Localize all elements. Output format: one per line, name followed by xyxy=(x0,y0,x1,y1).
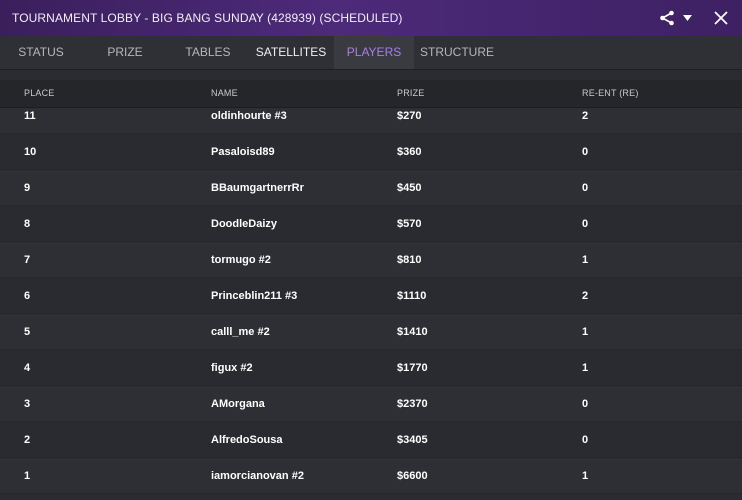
cell-place: 7 xyxy=(24,254,31,266)
cell-place: 3 xyxy=(24,398,31,410)
cell-name: figux #2 xyxy=(211,362,253,374)
table-row[interactable]: 8 DoodleDaizy $570 0 xyxy=(0,206,742,242)
cell-place: 10 xyxy=(24,146,37,158)
cell-name: AlfredoSousa xyxy=(211,434,283,446)
cell-prize: $270 xyxy=(397,110,422,122)
cell-reentries: 1 xyxy=(582,254,589,266)
table-header: PLACE NAME PRIZE RE-ENT (RE) xyxy=(0,80,742,108)
cell-place: 8 xyxy=(24,218,31,230)
cell-reentries: 0 xyxy=(582,398,589,410)
cell-prize: $3405 xyxy=(397,434,428,446)
cell-place: 6 xyxy=(24,290,31,302)
cell-reentries: 0 xyxy=(582,218,589,230)
cell-prize: $360 xyxy=(397,146,422,158)
header-prize[interactable]: PRIZE xyxy=(397,88,425,98)
table-row[interactable]: 10 Pasaloisd89 $360 0 xyxy=(0,134,742,170)
cell-name: DoodleDaizy xyxy=(211,218,278,230)
cell-place: 5 xyxy=(24,326,31,338)
tab-status[interactable]: STATUS xyxy=(0,36,82,69)
header-name[interactable]: NAME xyxy=(211,88,238,98)
table-row[interactable]: 1 iamorcianovan #2 $6600 1 xyxy=(0,458,742,494)
cell-place: 11 xyxy=(24,110,36,122)
cell-name: tormugo #2 xyxy=(211,254,271,266)
cell-reentries: 1 xyxy=(582,470,589,482)
cell-reentries: 0 xyxy=(582,434,589,446)
cell-reentries: 2 xyxy=(582,110,589,122)
tab-players[interactable]: PLAYERS xyxy=(334,36,414,69)
cell-prize: $1770 xyxy=(397,362,428,374)
cell-prize: $6600 xyxy=(397,470,428,482)
cell-prize: $1410 xyxy=(397,326,428,338)
close-icon[interactable] xyxy=(714,11,728,25)
share-icon[interactable] xyxy=(659,10,675,26)
cell-name: iamorcianovan #2 xyxy=(211,470,304,482)
tab-structure[interactable]: STRUCTURE xyxy=(414,36,500,69)
table-row[interactable]: 9 BBaumgartnerrRr $450 0 xyxy=(0,170,742,206)
players-table[interactable]: 11 oldinhourte #3 $270 2 10 Pasaloisd89 … xyxy=(0,108,742,500)
cell-reentries: 0 xyxy=(582,182,589,194)
table-row[interactable]: 4 figux #2 $1770 1 xyxy=(0,350,742,386)
tab-prize[interactable]: PRIZE xyxy=(82,36,168,69)
cell-name: BBaumgartnerrRr xyxy=(211,182,304,194)
tab-bar: STATUS PRIZE TABLES SATELLITES PLAYERS S… xyxy=(0,36,742,70)
tab-tables[interactable]: TABLES xyxy=(168,36,248,69)
cell-place: 1 xyxy=(24,470,31,482)
header-reentries[interactable]: RE-ENT (RE) xyxy=(582,88,639,98)
table-row[interactable]: 11 oldinhourte #3 $270 2 xyxy=(0,108,742,134)
cell-place: 9 xyxy=(24,182,31,194)
title-bar: TOURNAMENT LOBBY - BIG BANG SUNDAY (4289… xyxy=(0,0,742,36)
cell-reentries: 2 xyxy=(582,290,589,302)
table-row[interactable]: 3 AMorgana $2370 0 xyxy=(0,386,742,422)
cell-name: calll_me #2 xyxy=(211,326,270,338)
chevron-down-icon[interactable] xyxy=(683,15,692,21)
table-row[interactable]: 6 Princeblin211 #3 $1110 2 xyxy=(0,278,742,314)
cell-prize: $450 xyxy=(397,182,422,194)
cell-name: Princeblin211 #3 xyxy=(211,290,298,302)
header-place[interactable]: PLACE xyxy=(24,88,55,98)
cell-prize: $1110 xyxy=(397,290,427,302)
cell-reentries: 1 xyxy=(582,362,589,374)
cell-prize: $570 xyxy=(397,218,422,230)
cell-place: 4 xyxy=(24,362,31,374)
cell-name: oldinhourte #3 xyxy=(211,110,287,122)
cell-prize: $2370 xyxy=(397,398,428,410)
window-title: TOURNAMENT LOBBY - BIG BANG SUNDAY (4289… xyxy=(12,11,403,25)
tab-satellites[interactable]: SATELLITES xyxy=(248,36,334,69)
cell-prize: $810 xyxy=(397,254,422,266)
cell-reentries: 1 xyxy=(582,326,589,338)
table-row[interactable]: 2 AlfredoSousa $3405 0 xyxy=(0,422,742,458)
cell-name: Pasaloisd89 xyxy=(211,146,275,158)
cell-reentries: 0 xyxy=(582,146,589,158)
cell-name: AMorgana xyxy=(211,398,265,410)
cell-place: 2 xyxy=(24,434,31,446)
table-row[interactable]: 5 calll_me #2 $1410 1 xyxy=(0,314,742,350)
table-row[interactable]: 7 tormugo #2 $810 1 xyxy=(0,242,742,278)
